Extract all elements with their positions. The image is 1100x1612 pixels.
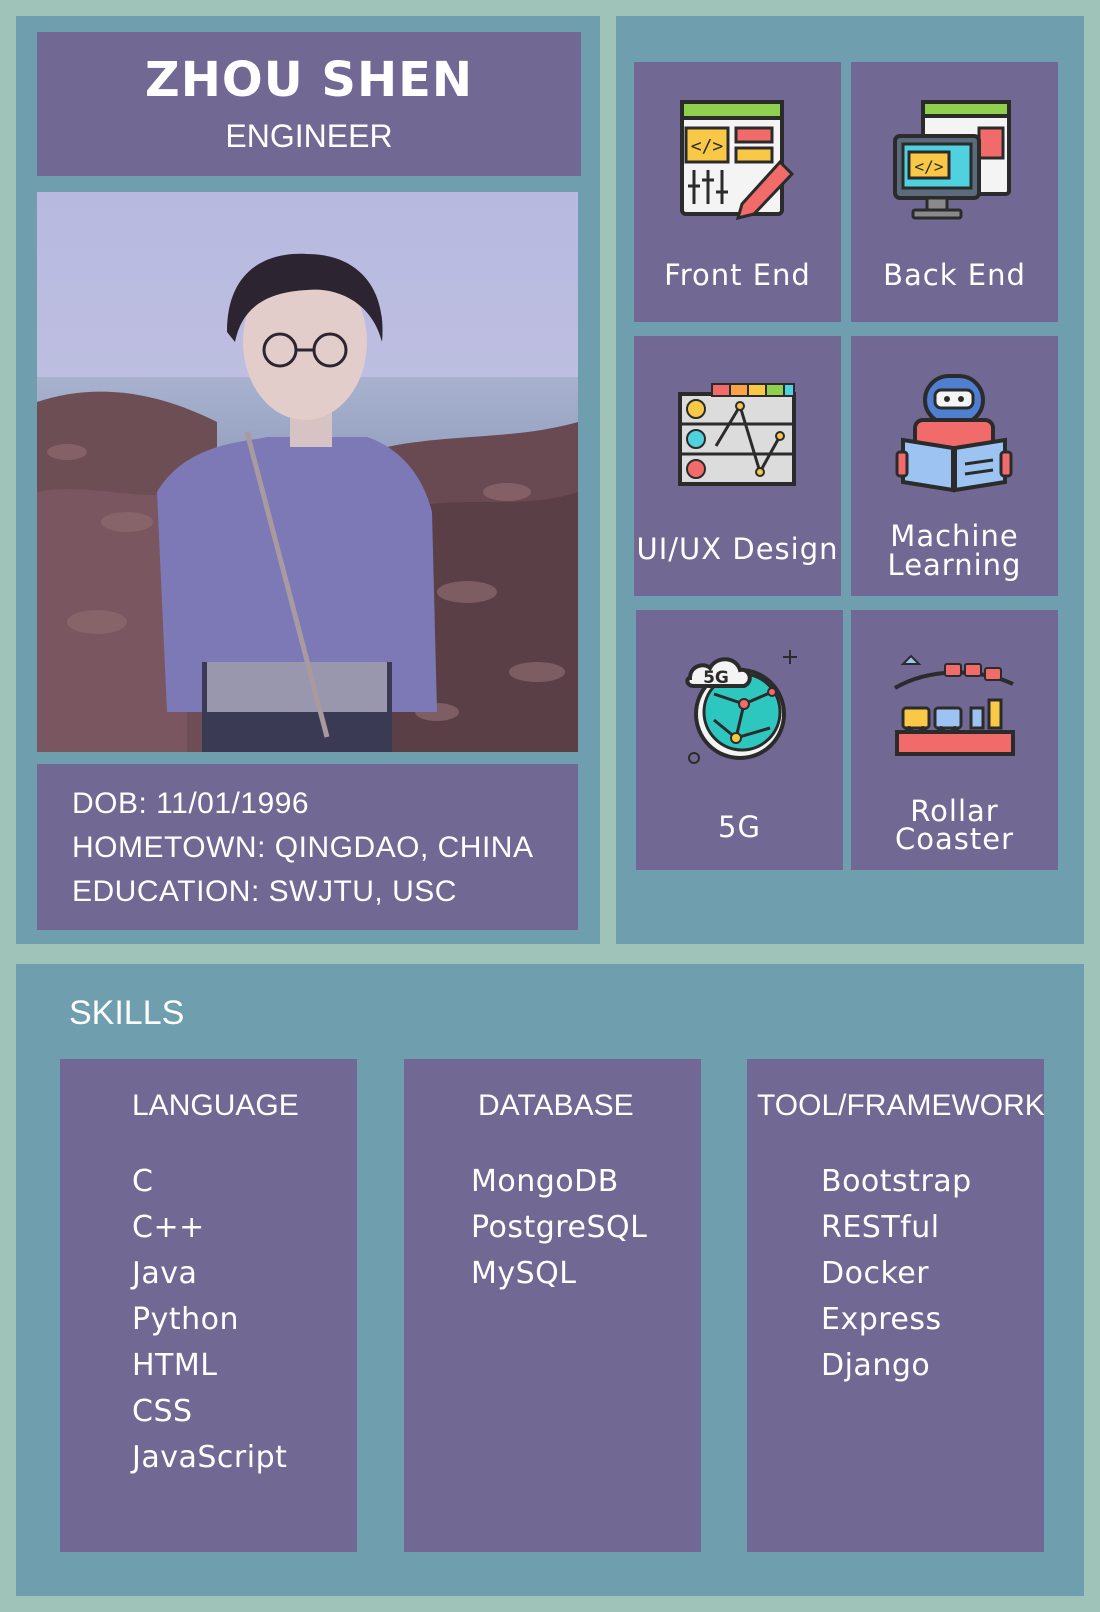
skills-panel: SKILLS LANGUAGE C C++ Java Python HTML C… xyxy=(16,964,1084,1596)
interest-label: Back End xyxy=(883,258,1026,292)
profile-panel: ZHOU SHEN ENGINEER DOB: 11/01/1996 HOMET… xyxy=(16,16,600,944)
svg-text:</>: </> xyxy=(691,136,724,157)
list-item: C++ xyxy=(132,1210,205,1245)
skill-list: Bootstrap RESTful Docker Express Django xyxy=(821,1159,972,1389)
list-item: MongoDB xyxy=(471,1164,619,1199)
interest-front-end: </> Front End xyxy=(634,62,841,322)
interest-ui-ux-design: UI/UX Design xyxy=(634,336,841,596)
profile-role: ENGINEER xyxy=(225,118,393,154)
interest-label: Front End xyxy=(664,258,811,292)
profile-photo xyxy=(37,192,578,752)
column-heading: DATABASE xyxy=(478,1089,634,1122)
skills-title: SKILLS xyxy=(69,994,185,1032)
machine-learning-icon xyxy=(895,374,1013,493)
roller-coaster-icon xyxy=(893,654,1015,756)
list-item: C xyxy=(132,1164,154,1199)
list-item: Python xyxy=(132,1302,239,1337)
svg-text:</>: </> xyxy=(915,157,944,176)
5g-badge-text: 5G xyxy=(703,668,729,688)
interest-label-line2: Learning xyxy=(887,548,1022,582)
profile-name: ZHOU SHEN xyxy=(144,52,474,108)
list-item: JavaScript xyxy=(132,1440,288,1475)
list-item: Django xyxy=(821,1348,931,1383)
list-item: CSS xyxy=(132,1394,193,1429)
skills-column-tool-framework: TOOL/FRAMEWORK Bootstrap RESTful Docker … xyxy=(747,1059,1045,1552)
5g-globe-icon: 5G xyxy=(685,650,797,764)
interest-label: UI/UX Design xyxy=(636,532,839,566)
interest-label: 5G xyxy=(718,810,761,844)
list-item: Java xyxy=(132,1256,198,1291)
list-item: HTML xyxy=(132,1348,218,1383)
list-item: Express xyxy=(821,1302,942,1337)
list-item: Bootstrap xyxy=(821,1164,972,1199)
list-item: PostgreSQL xyxy=(471,1210,648,1245)
skill-list: C C++ Java Python HTML CSS JavaScript xyxy=(132,1159,287,1481)
column-heading: TOOL/FRAMEWORK xyxy=(757,1089,1045,1122)
list-item: MySQL xyxy=(471,1256,577,1291)
education-text: EDUCATION: SWJTU, USC xyxy=(72,875,457,908)
dob-text: DOB: 11/01/1996 xyxy=(72,787,310,820)
interests-panel: </> Front End </> Back End UI/UX Design … xyxy=(616,16,1084,944)
back-end-icon: </> xyxy=(893,100,1011,220)
interest-5g: 5G 5G xyxy=(636,610,843,870)
ui-ux-design-icon xyxy=(678,383,796,486)
interest-label-line1: Machine xyxy=(890,519,1019,553)
list-item: RESTful xyxy=(821,1210,940,1245)
list-item: Docker xyxy=(821,1256,930,1291)
interest-machine-learning: Machine Learning xyxy=(851,336,1058,596)
profile-info: DOB: 11/01/1996 HOMETOWN: QINGDAO, CHINA… xyxy=(37,764,578,930)
hometown-text: HOMETOWN: QINGDAO, CHINA xyxy=(72,831,534,864)
skills-column-language: LANGUAGE C C++ Java Python HTML CSS Java… xyxy=(60,1059,357,1552)
interest-roller-coaster: Rollar Coaster xyxy=(851,610,1058,870)
name-card: ZHOU SHEN ENGINEER xyxy=(37,32,581,176)
column-heading: LANGUAGE xyxy=(132,1089,299,1122)
front-end-icon: </> xyxy=(680,100,795,221)
skill-list: MongoDB PostgreSQL MySQL xyxy=(471,1159,647,1297)
interest-back-end: </> Back End xyxy=(851,62,1058,322)
skills-column-database: DATABASE MongoDB PostgreSQL MySQL xyxy=(404,1059,701,1552)
interest-label-line2: Coaster xyxy=(894,822,1014,856)
